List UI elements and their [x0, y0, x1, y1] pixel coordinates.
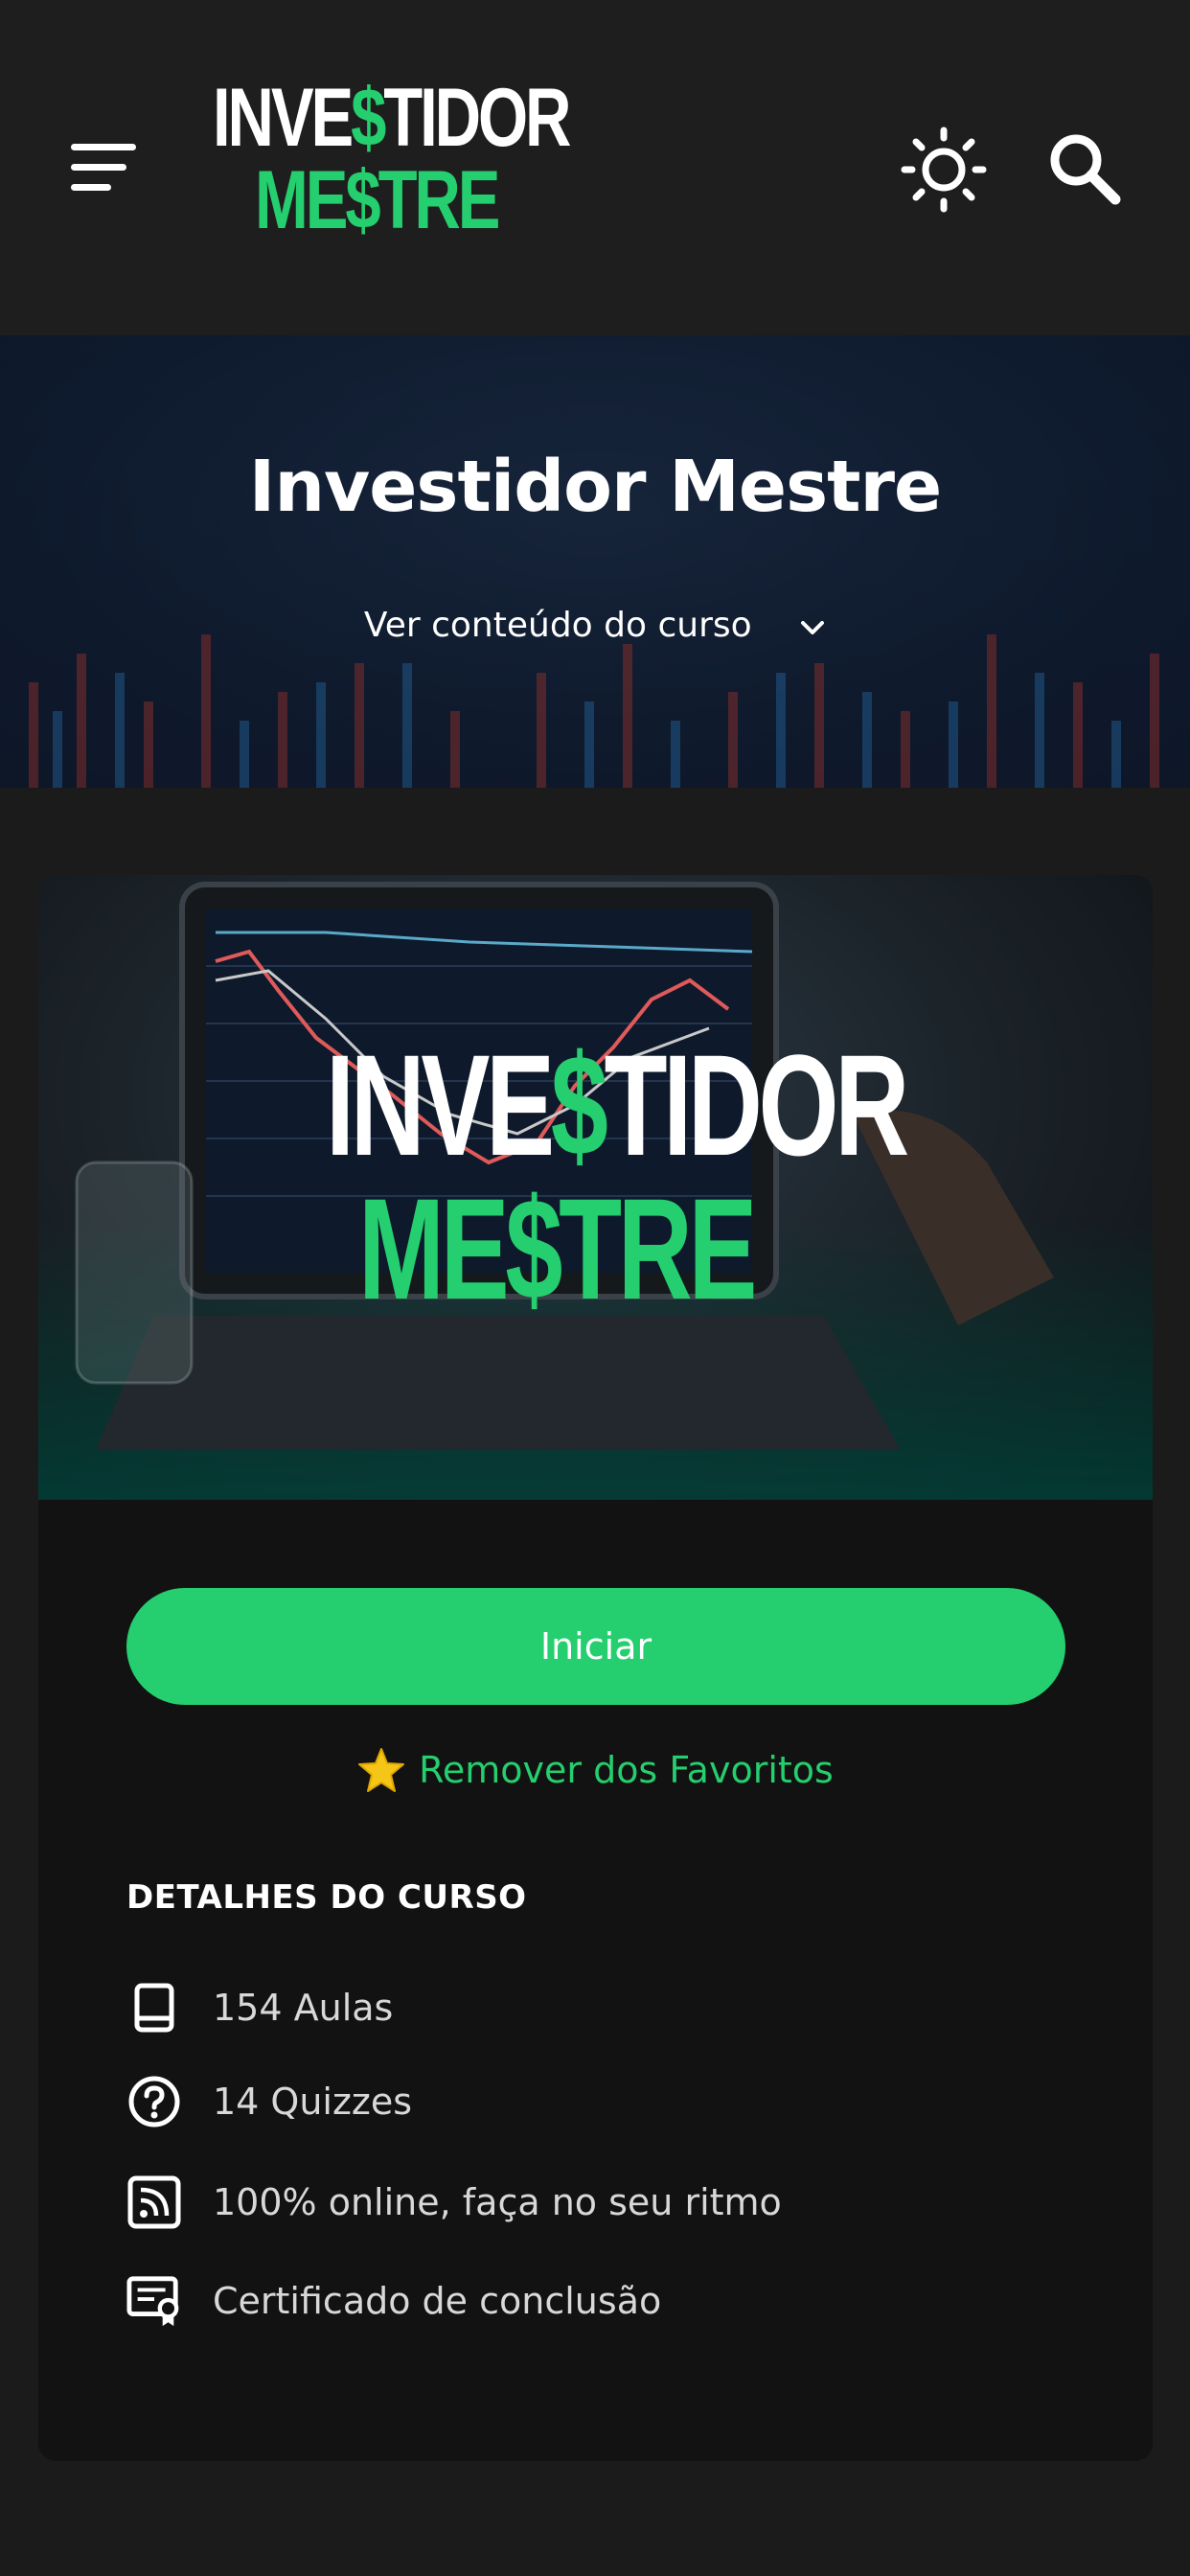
search-button[interactable] — [1044, 128, 1125, 209]
course-card: INVE$TIDOR ME$TRE Iniciar Remover dos Fa… — [38, 875, 1153, 2461]
detail-quizzes-text: 14 Quizzes — [213, 2081, 413, 2123]
detail-certificate: Certificado de conclusão — [126, 2272, 661, 2330]
question-icon — [126, 2074, 182, 2129]
rss-icon — [126, 2174, 182, 2230]
detail-certificate-text: Certificado de conclusão — [213, 2280, 662, 2322]
app-header: INVE$TIDOR ME$TRE — [0, 0, 1190, 335]
logo-text-top: INVE$TIDOR — [213, 72, 571, 164]
certificate-icon — [126, 2273, 182, 2329]
detail-lessons-text: 154 Aulas — [213, 1987, 394, 2029]
remove-favorite-label: Remover dos Favoritos — [419, 1749, 834, 1791]
detail-online-text: 100% online, faça no seu ritmo — [213, 2181, 782, 2223]
thumbnail-logo: INVE$TIDOR ME$TRE — [326, 1033, 909, 1349]
star-icon — [358, 1748, 405, 1792]
search-icon — [1050, 134, 1121, 205]
menu-icon-line — [71, 184, 111, 191]
detail-quizzes: 14 Quizzes — [126, 2073, 412, 2130]
start-course-button[interactable]: Iniciar — [126, 1588, 1065, 1705]
logo-text-bottom: ME$TRE — [255, 154, 500, 246]
detail-lessons: 154 Aulas — [126, 1979, 393, 2036]
book-icon — [126, 1980, 182, 2036]
course-content-toggle-label: Ver conteúdo do curso — [363, 606, 752, 645]
menu-icon-line — [71, 144, 136, 150]
course-details-heading: DETALHES DO CURSO — [126, 1878, 527, 1917]
menu-button[interactable] — [63, 134, 140, 201]
site-logo[interactable]: INVE$TIDOR ME$TRE — [213, 77, 586, 259]
theme-toggle-button[interactable] — [901, 126, 987, 213]
course-thumbnail: INVE$TIDOR ME$TRE — [38, 875, 1153, 1500]
page-title: Investidor Mestre — [248, 446, 942, 528]
chevron-down-icon — [799, 608, 826, 647]
sun-icon — [901, 126, 987, 213]
remove-favorite-link[interactable]: Remover dos Favoritos — [38, 1747, 1153, 1793]
thumbnail-logo-top: INVE$TIDOR — [326, 1024, 909, 1185]
detail-online: 100% online, faça no seu ritmo — [126, 2174, 782, 2231]
thumbnail-logo-bottom: ME$TRE — [358, 1168, 757, 1329]
course-content-toggle[interactable]: Ver conteúdo do curso — [0, 606, 1190, 647]
course-banner: Investidor Mestre Ver conteúdo do curso — [0, 335, 1190, 788]
menu-icon-line — [71, 164, 126, 171]
